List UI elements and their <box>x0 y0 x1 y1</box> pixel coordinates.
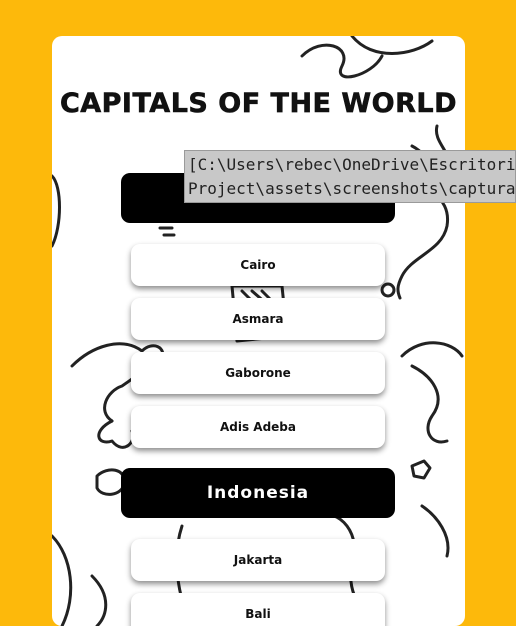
answer-option-asmara[interactable]: Asmara <box>131 298 385 340</box>
quiz-card: CAPITALS OF THE WORLD Cairo Asmara Gabor… <box>52 36 465 626</box>
page-title: CAPITALS OF THE WORLD <box>59 88 458 120</box>
country-label-indonesia: Indonesia <box>121 468 395 518</box>
tooltip-line-1: [C:\Users\rebec\OneDrive\Escritorio\ <box>188 155 516 174</box>
answer-option-jakarta[interactable]: Jakarta <box>131 539 385 581</box>
answer-option-adis-adeba[interactable]: Adis Adeba <box>131 406 385 448</box>
file-path-tooltip: [C:\Users\rebec\OneDrive\Escritorio\ Pro… <box>184 150 516 203</box>
answer-option-bali[interactable]: Bali <box>131 593 385 626</box>
answer-option-cairo[interactable]: Cairo <box>131 244 385 286</box>
answer-option-gaborone[interactable]: Gaborone <box>131 352 385 394</box>
tooltip-line-2: Project\assets\screenshots\captura5 <box>188 179 516 198</box>
